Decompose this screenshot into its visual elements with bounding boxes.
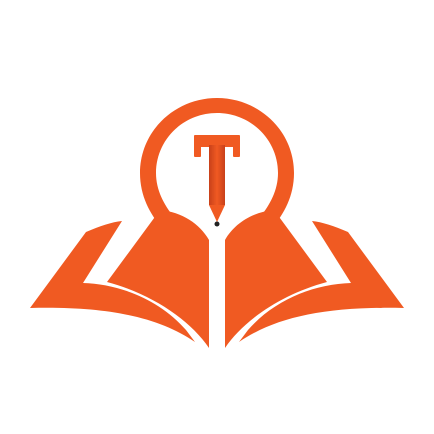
logo-graphic [30, 98, 404, 348]
pen-point [214, 221, 220, 227]
logo-canvas [0, 0, 434, 434]
pen-tip [209, 205, 225, 222]
t-serif-right [233, 135, 240, 157]
pen-body [209, 145, 225, 205]
book-left-page [107, 210, 209, 348]
open-book-icon [30, 210, 404, 348]
pen-t-icon [194, 135, 240, 227]
t-serif-left [194, 135, 201, 157]
book-right-page [225, 210, 327, 348]
